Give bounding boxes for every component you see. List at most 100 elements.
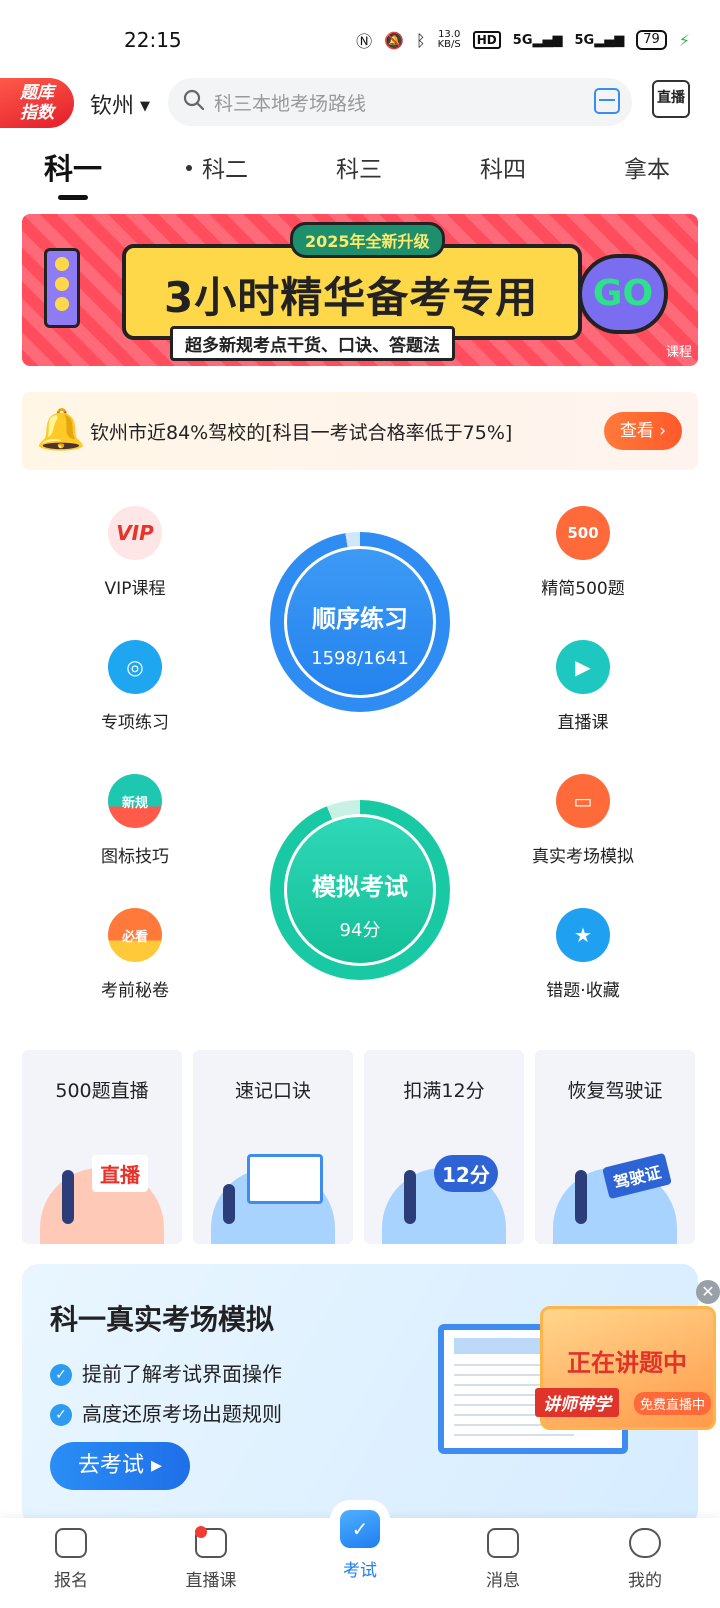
topic-title: 速记口诀 (234, 1080, 311, 1102)
tab-subject-1[interactable]: 科一 (44, 146, 102, 200)
topic-card-500-live[interactable]: 500题直播 直播 (22, 1050, 182, 1244)
mock-score: 94分 (339, 920, 381, 941)
status-time: 22:15 (124, 28, 182, 52)
search-icon (183, 89, 205, 111)
topic-title: 恢复驾驶证 (567, 1080, 663, 1102)
feature-live-course[interactable]: ▶ 直播课 (508, 640, 658, 733)
signal-icon-1: 5G▂▄▆ (512, 32, 563, 48)
feature-label: 图标技巧 (101, 847, 169, 867)
topic-card-mnemonics[interactable]: 速记口诀 (193, 1050, 353, 1244)
feature-vip-course[interactable]: VIP VIP课程 (60, 506, 210, 599)
tab-subject-3[interactable]: 科三 (336, 150, 382, 184)
nav-exam[interactable]: 考试 (315, 1510, 405, 1581)
feature-sign-tips[interactable]: 新规 图标技巧 (60, 774, 210, 867)
banner-go-button[interactable]: GO (578, 254, 668, 334)
practice-progress: 1598/1641 (311, 648, 409, 669)
live-floating-widget[interactable]: 正在讲题中 讲师带学 免费直播中 (535, 1306, 716, 1430)
banner-headline: 3小时精华备考专用 (164, 273, 539, 322)
subject-tabs: 科一 科二 科三 科四 拿本 (0, 150, 720, 200)
bottom-nav: 报名 直播课 考试 消息 我的 (0, 1510, 720, 1608)
feature-real-exam-sim[interactable]: ▭ 真实考场模拟 (508, 774, 658, 867)
mock-title: 模拟考试 (312, 873, 408, 901)
tab-subject-2[interactable]: 科二 (186, 150, 248, 184)
secret-paper-icon: 必看 (108, 908, 162, 962)
person-illustration (575, 1170, 587, 1224)
hd-icon: HD (472, 31, 501, 49)
topic-card-restore-license[interactable]: 恢复驾驶证 驾驶证 (535, 1050, 695, 1244)
practice-core: 顺序练习 1598/1641 (284, 546, 436, 698)
close-icon[interactable]: ✕ (696, 1280, 720, 1304)
signup-icon (55, 1528, 87, 1558)
topic-card-12-points[interactable]: 扣满12分 12分 (364, 1050, 524, 1244)
topic-sign: 直播 (92, 1155, 148, 1192)
exam-icon (340, 1510, 380, 1548)
feature-secret-paper[interactable]: 必看 考前秘卷 (60, 908, 210, 1001)
sim-point-1: ✓ 提前了解考试界面操作 (50, 1358, 282, 1387)
mock-core: 模拟考试 94分 (284, 814, 436, 966)
banner-subline: 超多新规考点干货、口诀、答题法 (170, 326, 455, 361)
profile-icon (629, 1528, 661, 1558)
video-icon: ▶ (556, 640, 610, 694)
go-exam-button[interactable]: 去考试 ▸ (50, 1442, 190, 1490)
banner-tag: 2025年全新升级 (290, 222, 445, 258)
top-header: 题库 指数 钦州 ▼ 科三本地考场路线 直播 (0, 76, 720, 130)
nav-live-course[interactable]: 直播课 (166, 1526, 256, 1591)
feature-label: 考前秘卷 (101, 981, 169, 1001)
nav-messages[interactable]: 消息 (458, 1528, 548, 1591)
tab-subject-4[interactable]: 科四 (480, 150, 526, 184)
caret-down-icon: ▼ (140, 99, 151, 114)
search-placeholder: 科三本地考场路线 (214, 93, 367, 115)
bell-icon: 🔔 (36, 407, 86, 453)
live-float-free: 免费直播中 (633, 1392, 711, 1415)
topic-title: 500题直播 (55, 1080, 149, 1102)
tv-icon (195, 1526, 227, 1558)
live-float-title: 正在讲题中 (567, 1349, 687, 1377)
view-button[interactable]: 查看 › (604, 412, 682, 450)
notice-text: 钦州市近84%驾校的[科目一考试合格率低于75%] (90, 422, 513, 444)
battery-indicator: 79 (636, 30, 667, 50)
target-icon: ◎ (108, 640, 162, 694)
monitor-icon: ▭ (556, 774, 610, 828)
board-illustration (247, 1154, 323, 1204)
sim-title: 科一真实考场模拟 (50, 1303, 275, 1336)
status-icons: Ⓝ 🔕 ᛒ 13.0 KB/S HD 5G▂▄▆ 5G▂▄▆ 79 ⚡ (356, 28, 690, 52)
city-selector[interactable]: 钦州 ▼ (90, 88, 150, 120)
feature-label: 专项练习 (101, 713, 169, 733)
notification-dot (195, 1526, 207, 1538)
bookmark-icon: ★ (556, 908, 610, 962)
update-dot (186, 165, 192, 171)
practice-title: 顺序练习 (312, 605, 408, 633)
topic-sign: 12分 (434, 1155, 498, 1192)
bluetooth-icon: ᛒ (416, 30, 426, 50)
search-bar[interactable]: 科三本地考场路线 (168, 78, 632, 126)
feature-special-practice[interactable]: ◎ 专项练习 (60, 640, 210, 733)
person-illustration (404, 1170, 416, 1224)
live-float-teacher: 讲师带学 (535, 1388, 619, 1417)
sequential-practice-button[interactable]: 顺序练习 1598/1641 (270, 532, 450, 712)
city-name: 钦州 (90, 94, 135, 119)
banner-corner-label: 课程 (665, 345, 692, 360)
mock-exam-button[interactable]: 模拟考试 94分 (270, 800, 450, 980)
check-icon: ✓ (50, 1404, 72, 1426)
promo-banner[interactable]: 2025年全新升级 3小时精华备考专用 超多新规考点干货、口诀、答题法 GO 课… (22, 214, 698, 366)
tab-get-license[interactable]: 拿本 (624, 150, 670, 184)
person-illustration (223, 1184, 235, 1224)
person-illustration (62, 1170, 74, 1224)
question-bank-index-badge[interactable]: 题库 指数 (0, 78, 74, 128)
message-icon (487, 1528, 519, 1558)
mute-icon: 🔕 (384, 30, 405, 50)
feature-500-questions[interactable]: 500 精简500题 (508, 506, 658, 599)
topic-title: 扣满12分 (403, 1080, 485, 1102)
signal-icon-2: 5G▂▄▆ (574, 32, 625, 48)
live-button[interactable]: 直播 (652, 80, 690, 118)
feature-label: 错题·收藏 (546, 981, 620, 1001)
nav-profile[interactable]: 我的 (600, 1528, 690, 1591)
nav-signup[interactable]: 报名 (26, 1528, 116, 1591)
nfc-icon: Ⓝ (356, 32, 373, 51)
feature-label: 精简500题 (541, 579, 625, 599)
pass-rate-notice[interactable]: 🔔 钦州市近84%驾校的[科目一考试合格率低于75%] 查看 › (22, 392, 698, 470)
feature-mistakes-favorites[interactable]: ★ 错题·收藏 (508, 908, 658, 1001)
scan-icon[interactable] (594, 88, 620, 114)
five-hundred-icon: 500 (556, 506, 610, 560)
sign-tips-icon: 新规 (108, 774, 162, 828)
